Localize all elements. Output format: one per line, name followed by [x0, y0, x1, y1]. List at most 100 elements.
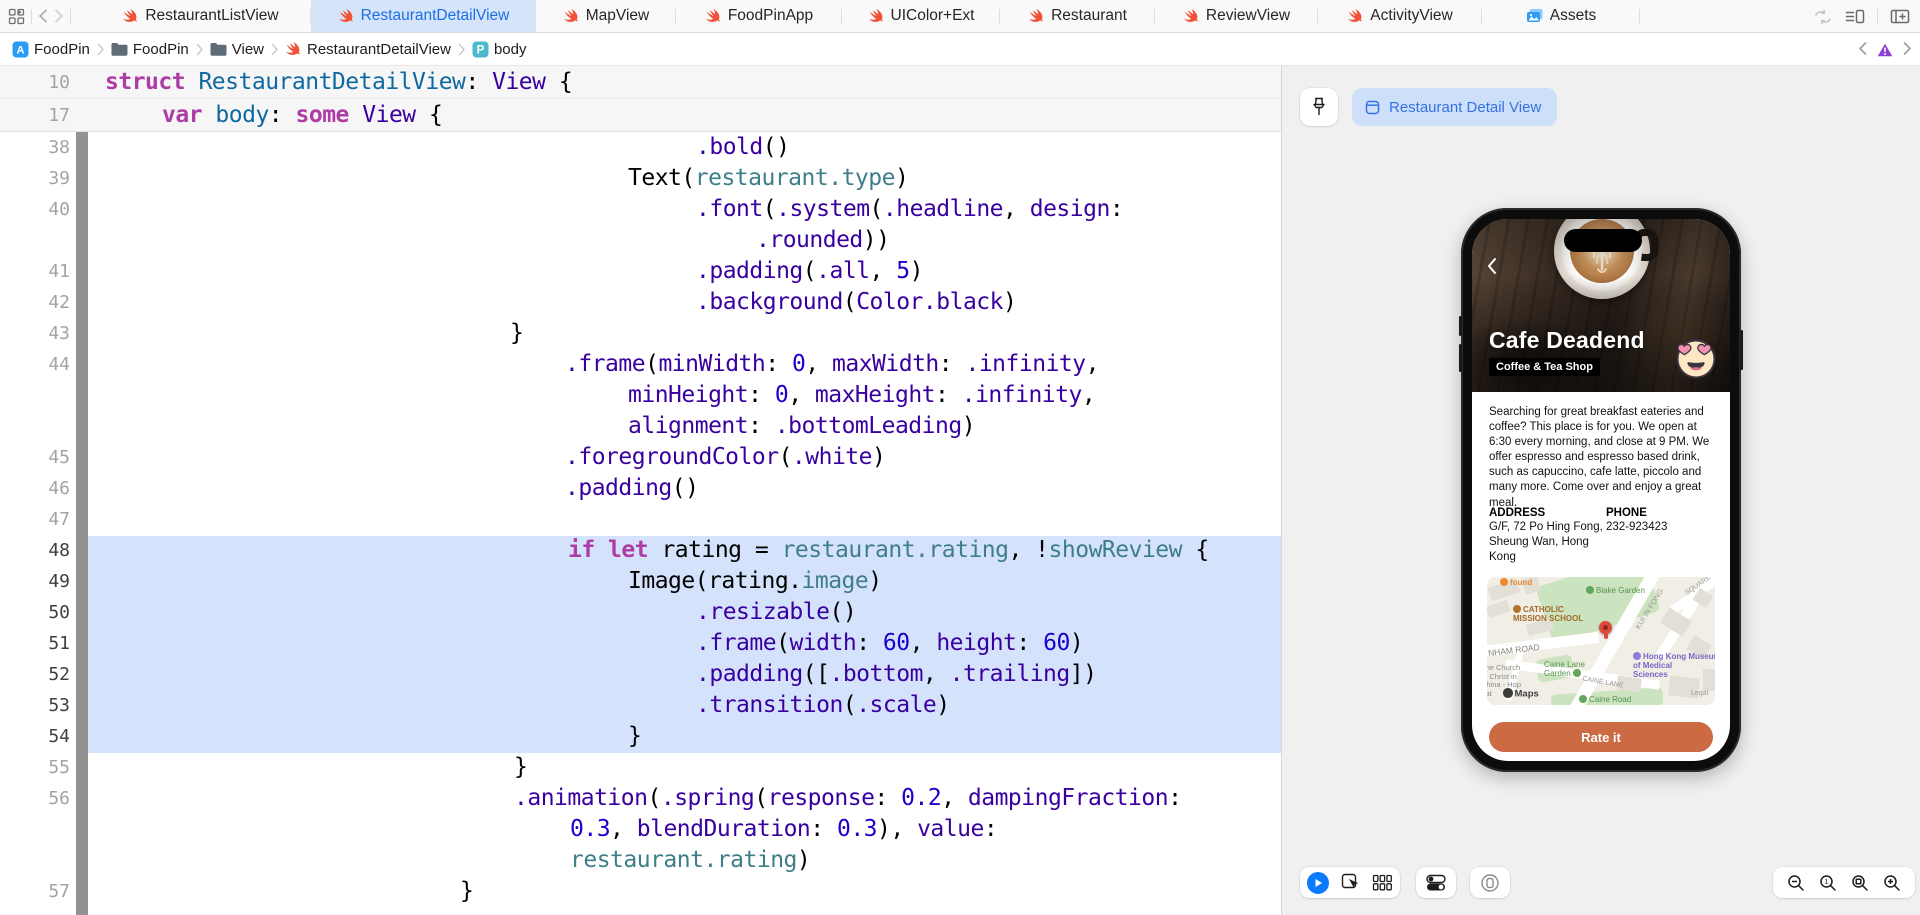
code-line[interactable]: 43} [0, 318, 1281, 349]
code-line[interactable]: 0.3, blendDuration: 0.3), value: [0, 814, 1281, 845]
code-text: } [628, 723, 642, 749]
line-number[interactable] [0, 411, 70, 442]
code-line[interactable]: 48 if let rating = restaurant.rating, !sh… [0, 535, 1281, 566]
code-text: .transition(.scale) [696, 692, 950, 718]
code-line[interactable]: 40 .font(.system(.headline, design: [0, 194, 1281, 225]
code-line[interactable]: 52 .padding([.bottom, .trailing]) [0, 659, 1281, 690]
issue-forward-icon[interactable] [1903, 41, 1912, 58]
tab-ActivityView[interactable]: ActivityView [1318, 0, 1482, 32]
selectable-mode-button[interactable] [1341, 873, 1360, 892]
line-number[interactable]: 53 [0, 690, 70, 721]
line-number[interactable]: 48 [0, 535, 70, 566]
line-number[interactable]: 17 [0, 99, 70, 132]
tab-label: RestaurantListView [145, 7, 279, 24]
variants-mode-button[interactable] [1372, 874, 1393, 891]
source-editor[interactable]: 38 .bold() 39 Text(restaurant.type) 40 .font(… [0, 66, 1281, 915]
line-number[interactable]: 43 [0, 318, 70, 349]
nav-forward-icon[interactable] [54, 9, 64, 23]
preview-tab[interactable]: Restaurant Detail View [1352, 88, 1558, 126]
line-number[interactable] [0, 845, 70, 876]
tab-Assets[interactable]: Assets [1482, 0, 1640, 32]
code-line[interactable]: restaurant.rating) [0, 845, 1281, 876]
line-number[interactable]: 56 [0, 783, 70, 814]
breadcrumb-label: View [231, 40, 264, 58]
nav-back-icon[interactable] [38, 9, 48, 23]
breadcrumb-item-FoodPin[interactable]: A FoodPin [12, 41, 90, 58]
line-number[interactable]: 44 [0, 349, 70, 380]
zoom-100-button[interactable]: 1 [1819, 874, 1837, 892]
line-number[interactable]: 54 [0, 721, 70, 752]
line-number[interactable] [0, 814, 70, 845]
zoom-in-button[interactable] [1883, 874, 1901, 892]
device-settings-button[interactable] [1416, 867, 1456, 898]
code-line[interactable]: 50 .resizable() [0, 597, 1281, 628]
breadcrumb-item-RestaurantDetailView[interactable]: RestaurantDetailView [285, 41, 451, 58]
zoom-fit-button[interactable] [1851, 874, 1869, 892]
line-number[interactable]: 40 [0, 194, 70, 225]
location-map[interactable]: found Blake Garden CATHOLIC MISSION SCHOOL… [1487, 577, 1715, 705]
breadcrumb-item-body[interactable]: Pbody [472, 41, 527, 58]
code-line[interactable]: .rounded)) [0, 225, 1281, 256]
tab-FoodPinApp[interactable]: FoodPinApp [676, 0, 842, 32]
device-bezels-button[interactable] [1470, 867, 1510, 898]
code-line[interactable]: 56 .animation(.spring(response: 0.2, damp… [0, 783, 1281, 814]
zoom-out-button[interactable] [1787, 874, 1805, 892]
preview-pin-button[interactable] [1300, 88, 1338, 126]
tab-UIColor+Ext[interactable]: UIColor+Ext [842, 0, 1000, 32]
code-line[interactable]: alignment: .bottomLeading) [0, 411, 1281, 442]
restaurant-name: Cafe Deadend [1489, 327, 1645, 353]
line-number[interactable]: 10 [0, 66, 70, 99]
sticky-code-line[interactable]: 17 var body: some View { [0, 99, 1281, 132]
code-line[interactable]: 45 .foregroundColor(.white) [0, 442, 1281, 473]
line-number[interactable]: 51 [0, 628, 70, 659]
add-editor-icon[interactable] [1890, 8, 1910, 25]
code-line[interactable]: 53 .transition(.scale) [0, 690, 1281, 721]
code-line[interactable]: 51 .frame(width: 60, height: 60) [0, 628, 1281, 659]
line-number[interactable]: 47 [0, 504, 70, 535]
warning-issue-icon[interactable] [1877, 43, 1893, 57]
line-number[interactable] [0, 225, 70, 256]
line-number[interactable]: 39 [0, 163, 70, 194]
code-line[interactable]: 42 .background(Color.black) [0, 287, 1281, 318]
code-line[interactable]: 38 .bold() [0, 132, 1281, 163]
tab-RestaurantDetailView[interactable]: RestaurantDetailView [311, 0, 536, 32]
sticky-code-line[interactable]: 10 struct RestaurantDetailView: View { [0, 66, 1281, 99]
line-number[interactable]: 50 [0, 597, 70, 628]
code-line[interactable]: 39 Text(restaurant.type) [0, 163, 1281, 194]
tab-ReviewView[interactable]: ReviewView [1155, 0, 1318, 32]
code-review-icon[interactable] [1813, 9, 1833, 25]
tab-RestaurantListView[interactable]: RestaurantListView [90, 0, 311, 32]
map-poi-icon [1633, 652, 1641, 660]
code-line[interactable]: 57} [0, 876, 1281, 907]
line-number[interactable]: 46 [0, 473, 70, 504]
issue-back-icon[interactable] [1858, 41, 1867, 58]
line-number[interactable]: 52 [0, 659, 70, 690]
line-number[interactable]: 38 [0, 132, 70, 163]
live-preview-play-button[interactable] [1307, 871, 1329, 894]
file-tabs: RestaurantListView RestaurantDetailView Ma… [90, 0, 1640, 32]
line-number[interactable]: 41 [0, 256, 70, 287]
rate-it-button[interactable]: Rate it [1489, 722, 1713, 752]
line-number[interactable]: 45 [0, 442, 70, 473]
tab-Restaurant[interactable]: Restaurant [1000, 0, 1155, 32]
breadcrumb-item-View[interactable]: View [210, 41, 264, 58]
code-line[interactable]: 41 .padding(.all, 5) [0, 256, 1281, 287]
code-line[interactable]: 46 .padding() [0, 473, 1281, 504]
code-line[interactable]: 47 [0, 504, 1281, 535]
line-number[interactable]: 42 [0, 287, 70, 318]
breadcrumb-item-FoodPin[interactable]: FoodPin [111, 41, 189, 58]
code-line[interactable]: 54} [0, 721, 1281, 752]
related-items-grid-icon[interactable] [8, 8, 25, 25]
editor-options-icon[interactable] [1845, 8, 1865, 25]
back-chevron-icon[interactable] [1486, 257, 1497, 280]
code-line[interactable]: minHeight: 0, maxHeight: .infinity, [0, 380, 1281, 411]
code-line[interactable]: 49 Image(rating.image) [0, 566, 1281, 597]
tab-MapView[interactable]: MapView [536, 0, 676, 32]
code-line[interactable]: 55} [0, 752, 1281, 783]
line-number[interactable]: 49 [0, 566, 70, 597]
code-line[interactable]: 44 .frame(minWidth: 0, maxWidth: .infinit… [0, 349, 1281, 380]
zoom-controls: 1 [1773, 867, 1915, 898]
line-number[interactable]: 55 [0, 752, 70, 783]
line-number[interactable] [0, 380, 70, 411]
line-number[interactable]: 57 [0, 876, 70, 907]
